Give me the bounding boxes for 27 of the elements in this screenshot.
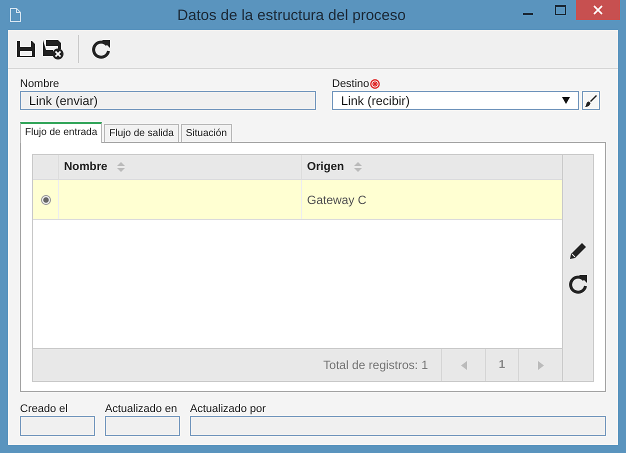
edit-icon[interactable] — [569, 242, 587, 260]
column-header[interactable]: Origen — [307, 161, 344, 173]
reload-icon[interactable] — [568, 274, 588, 294]
refresh-icon[interactable] — [91, 39, 111, 59]
close-icon[interactable] — [593, 5, 603, 15]
field-label: Actualizado en — [105, 402, 178, 416]
tab[interactable]: Flujo de salida — [104, 124, 179, 142]
window-title: Datos de la estructura del proceso — [176, 6, 407, 24]
save-close-icon[interactable] — [42, 38, 64, 60]
document-icon — [10, 8, 21, 22]
column-header[interactable]: Nombre — [64, 161, 108, 173]
radio-button[interactable] — [40, 194, 50, 204]
record-count: Total de registros: 1 — [323, 358, 429, 372]
close-button[interactable] — [576, 0, 620, 20]
tab[interactable]: Flujo de entrada — [20, 122, 102, 143]
text-field: Link (enviar) — [20, 91, 316, 110]
save-icon[interactable] — [16, 39, 36, 59]
tab[interactable]: Situación — [180, 124, 232, 142]
dropdown-field[interactable]: Link (recibir) — [332, 91, 579, 110]
field-label: Actualizado por — [190, 402, 267, 416]
field-label: Creado el — [20, 402, 69, 416]
table-cell-text: Gateway C — [306, 192, 368, 208]
field-label: Nombre — [20, 77, 60, 91]
dropdown-caret-icon[interactable] — [562, 97, 570, 104]
maximize-icon[interactable] — [554, 5, 566, 15]
field-label: Destino — [332, 77, 370, 91]
brush-button[interactable] — [582, 91, 600, 110]
